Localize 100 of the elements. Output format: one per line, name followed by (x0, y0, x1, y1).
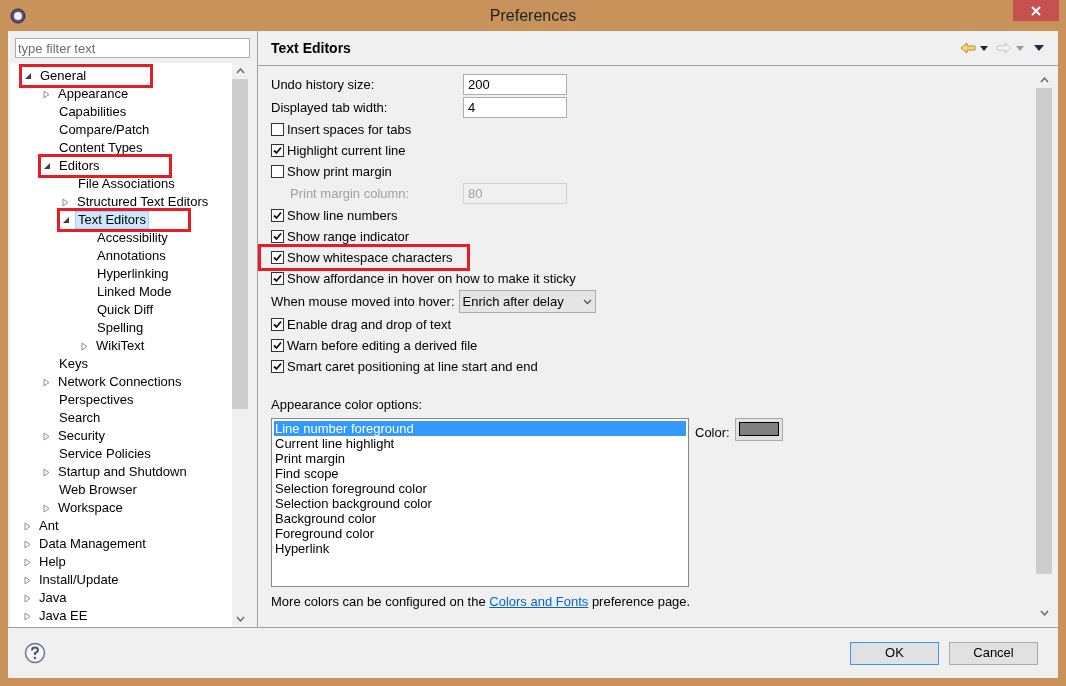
tree-item[interactable]: File Associations (75, 175, 178, 193)
collapsed-arrow-icon[interactable] (81, 341, 88, 351)
tree-item[interactable]: Structured Text Editors (74, 193, 212, 211)
list-item[interactable]: Hyperlink (274, 540, 686, 556)
check-icon (273, 320, 282, 329)
checkbox-label[interactable]: Show line numbers (287, 205, 398, 226)
tree-item[interactable]: Perspectives (56, 391, 137, 409)
tree-item[interactable]: Java EE (36, 607, 91, 625)
list-item[interactable]: Selection background color (274, 495, 686, 511)
check-icon (273, 341, 282, 350)
tree-item[interactable]: Annotations (94, 247, 169, 265)
chevron-down-icon (582, 298, 592, 305)
field-label: Displayed tab width: (271, 98, 389, 117)
tree-item[interactable]: Content Types (56, 139, 146, 157)
check-icon (273, 211, 282, 220)
collapsed-arrow-icon[interactable] (43, 467, 50, 477)
list-item[interactable]: Background color (274, 510, 686, 526)
checkbox-label[interactable]: Show range indicator (287, 226, 410, 247)
tree-item[interactable]: Text Editors (75, 211, 149, 229)
checkbox-label[interactable]: Insert spaces for tabs (287, 119, 412, 140)
close-button[interactable] (1013, 0, 1059, 21)
collapsed-arrow-icon[interactable] (43, 503, 50, 513)
help-icon[interactable] (24, 642, 46, 664)
expanded-arrow-icon[interactable] (43, 162, 51, 170)
tree-item[interactable]: Keys (56, 355, 91, 373)
tree-item[interactable]: Install/Update (36, 571, 122, 589)
tree-item[interactable]: Data Management (36, 535, 149, 553)
check-icon (273, 232, 282, 241)
tree-item[interactable]: Hyperlinking (94, 265, 172, 283)
checkbox-label[interactable]: Highlight current line (287, 140, 406, 161)
tree-item[interactable]: Accessibility (94, 229, 171, 247)
tree-item[interactable]: Ant (36, 517, 62, 535)
tree-item[interactable]: General (37, 67, 90, 85)
checkbox-label[interactable]: Warn before editing a derived file (287, 335, 478, 356)
text-input-field[interactable]: 200 (463, 74, 567, 95)
check-icon (273, 146, 282, 155)
checkbox[interactable] (271, 360, 284, 373)
check-icon (273, 274, 282, 283)
scrollbar[interactable] (232, 63, 248, 627)
list-item[interactable]: Print margin (274, 450, 686, 466)
menu-caret-icon[interactable] (1034, 45, 1044, 51)
tree-item[interactable]: Spelling (94, 319, 147, 337)
checkbox-label[interactable]: Show print margin (287, 161, 392, 182)
expanded-arrow-icon[interactable] (24, 72, 32, 80)
tree-item[interactable]: Editors (56, 157, 103, 175)
collapsed-arrow-icon[interactable] (43, 431, 50, 441)
checkbox-label[interactable]: Smart caret positioning at line start and end (287, 356, 538, 377)
check-icon (273, 253, 282, 262)
collapsed-arrow-icon[interactable] (43, 89, 50, 99)
tree-item[interactable]: Appearance (55, 85, 132, 103)
checkbox[interactable] (271, 318, 284, 331)
dropdown[interactable]: Enrich after delay (458, 290, 596, 313)
tree-item[interactable]: Help (36, 553, 69, 571)
tree-item[interactable]: Capabilities (56, 103, 130, 121)
tree-item[interactable]: Network Connections (55, 373, 185, 391)
caret-icon[interactable] (980, 45, 988, 51)
section-label: Appearance color options: (271, 396, 424, 414)
checkbox[interactable] (271, 123, 284, 136)
filter-field[interactable]: type filter text (15, 38, 250, 58)
checkbox-label[interactable]: Enable drag and drop of text (287, 314, 452, 335)
tree-item[interactable]: Security (55, 427, 108, 445)
checkbox-label[interactable]: Show affordance in hover on how to make it sticky (287, 268, 576, 289)
check-icon (273, 362, 282, 371)
tree-item[interactable]: Web Browser (56, 481, 140, 499)
checkbox-label[interactable]: Show whitespace characters (287, 247, 453, 268)
list-item[interactable]: Foreground color (274, 525, 686, 541)
tree-item[interactable]: Quick Diff (94, 301, 157, 319)
checkbox[interactable] (271, 165, 284, 178)
color-label: Color: (695, 423, 730, 442)
tree-item[interactable]: Linked Mode (94, 283, 175, 301)
checkbox[interactable] (271, 339, 284, 352)
collapsed-arrow-icon[interactable] (43, 377, 50, 387)
tree-item[interactable]: Compare/Patch (56, 121, 153, 139)
checkbox[interactable] (271, 230, 284, 243)
checkbox[interactable] (271, 251, 284, 264)
list-item[interactable]: Current line highlight (274, 435, 686, 451)
page-title: Text Editors (271, 38, 351, 58)
list-item[interactable]: Find scope (274, 465, 686, 481)
field-label: Undo history size: (271, 75, 376, 94)
checkbox[interactable] (271, 209, 284, 222)
window-title: Preferences (489, 5, 577, 26)
expanded-arrow-icon[interactable] (62, 216, 70, 224)
dialog-button[interactable]: OK (850, 641, 939, 665)
checkbox[interactable] (271, 272, 284, 285)
list-item[interactable]: Selection foreground color (274, 480, 686, 496)
color-swatch-button[interactable] (734, 417, 783, 441)
dialog-button[interactable]: Cancel (949, 641, 1038, 665)
tree-item[interactable]: Java (36, 589, 70, 607)
colors-and-fonts-link[interactable]: Colors and Fonts (489, 593, 589, 609)
collapsed-arrow-icon[interactable] (62, 197, 69, 207)
tree-item[interactable]: Workspace (55, 499, 126, 517)
tree-item[interactable]: Search (56, 409, 104, 427)
footer-text: More colors can be configured on the Colors and Fonts preference page. (271, 592, 692, 611)
tree-item[interactable]: Startup and Shutdown (55, 463, 190, 481)
tree-item[interactable]: Service Policies (56, 445, 154, 463)
field-label: When mouse moved into hover: (271, 292, 455, 311)
field-label: Print margin column: (290, 184, 411, 203)
tree-item[interactable]: WikiText (93, 337, 148, 355)
checkbox[interactable] (271, 144, 284, 157)
text-input-field[interactable]: 4 (463, 97, 567, 118)
